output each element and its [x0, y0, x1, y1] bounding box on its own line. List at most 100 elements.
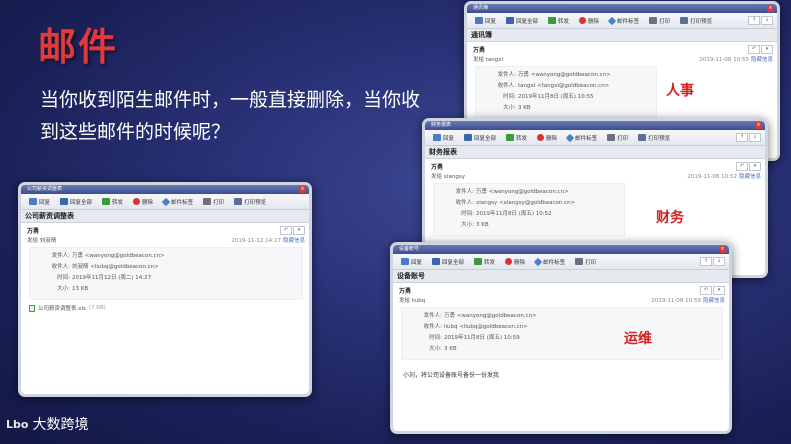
email-meta: 发件人: 万勇 <wanyong@goldbeacon.cn> 收件人: liubq…: [401, 307, 723, 360]
close-icon[interactable]: ×: [299, 186, 306, 193]
reply-all-icon: [432, 258, 441, 265]
delete-icon: [505, 258, 513, 265]
next-mail-button[interactable]: ↓: [713, 257, 725, 266]
delete-icon: [133, 198, 141, 205]
email-subject: 通讯簿: [467, 29, 777, 42]
prev-mail-button[interactable]: ↑: [748, 16, 760, 25]
delete-icon: [537, 134, 545, 141]
email-date: 2019-11-08 10:55 隐藏信息: [699, 57, 773, 63]
print-button[interactable]: 打印: [645, 17, 674, 25]
print-button[interactable]: 打印: [603, 134, 632, 142]
email-window-equipment: 设备账号 × 回复 回复全部 转发 删除 邮件标签 打印 ↑ ↓ 设备账号 万勇 发…: [390, 242, 732, 434]
email-date: 2019-11-12 14:27 隐藏信息: [231, 238, 305, 244]
close-icon[interactable]: ×: [755, 122, 762, 129]
slide-body-text: 当你收到陌生邮件时，一般直接删除，当你收到这些邮件的时候呢？: [40, 89, 421, 143]
reply-button[interactable]: 回复: [397, 258, 426, 266]
forward-icon: [548, 17, 557, 24]
sender-name: 万勇: [431, 164, 444, 171]
preview-icon: [234, 198, 243, 205]
prev-mail-button[interactable]: ↑: [736, 133, 748, 142]
email-meta: 发件人: 万勇 <wanyong@goldbeacon.cn> 收件人: xiang…: [433, 183, 625, 236]
delete-button[interactable]: 删除: [501, 258, 529, 266]
printer-icon: [649, 17, 658, 24]
close-icon[interactable]: ×: [767, 5, 774, 12]
print-button[interactable]: 打印: [571, 258, 600, 266]
printer-icon: [607, 134, 616, 141]
email-window-salary: 公司薪资调整表 × 回复 回复全部 转发 删除 邮件标签 打印 打印预览 公司薪资…: [18, 182, 312, 397]
tag-button[interactable]: 邮件标签: [563, 133, 601, 142]
forward-button[interactable]: 转发: [470, 258, 499, 266]
tag-icon: [565, 133, 575, 142]
reply-icon: [401, 258, 409, 265]
mail-toolbar: 回复 回复全部 转发 删除 邮件标签 打印 打印预览: [21, 194, 309, 210]
sender-row: 万勇 发给 刘淑晴 2019-11-12 14:27 隐藏信息 ↶ ▾: [21, 223, 309, 245]
reply-mini-button[interactable]: ↶: [280, 226, 292, 235]
reply-icon: [433, 134, 441, 141]
mail-toolbar: 回复 回复全部 转发 删除 邮件标签 打印 打印预览 ↑ ↓: [467, 13, 777, 29]
more-dropdown-button[interactable]: ▾: [749, 162, 761, 171]
reply-all-icon: [464, 134, 473, 141]
tag-button[interactable]: 邮件标签: [159, 197, 197, 206]
forward-icon: [506, 134, 515, 141]
print-preview-button[interactable]: 打印预览: [634, 134, 674, 142]
reply-mini-button[interactable]: ↶: [736, 162, 748, 171]
preview-icon: [638, 134, 647, 141]
brand-mark: Lbo: [6, 417, 29, 431]
reply-mini-button[interactable]: ↶: [700, 286, 712, 295]
email-subject: 财务报表: [425, 146, 765, 159]
sender-name: 万勇: [27, 228, 40, 235]
more-dropdown-button[interactable]: ▾: [761, 45, 773, 54]
tag-button[interactable]: 邮件标签: [605, 16, 643, 25]
delete-button[interactable]: 删除: [129, 198, 157, 206]
more-dropdown-button[interactable]: ▾: [713, 286, 725, 295]
tag-icon: [161, 197, 171, 206]
prev-mail-button[interactable]: ↑: [700, 257, 712, 266]
reply-all-button[interactable]: 回复全部: [428, 258, 468, 266]
reply-button[interactable]: 回复: [429, 134, 458, 142]
reply-button[interactable]: 回复: [471, 17, 500, 25]
next-mail-button[interactable]: ↓: [761, 16, 773, 25]
more-dropdown-button[interactable]: ▾: [293, 226, 305, 235]
reply-all-icon: [60, 198, 69, 205]
forward-button[interactable]: 转发: [502, 134, 531, 142]
print-button[interactable]: 打印: [199, 198, 228, 206]
print-preview-button[interactable]: 打印预览: [676, 17, 716, 25]
reply-all-button[interactable]: 回复全部: [56, 198, 96, 206]
delete-button[interactable]: 删除: [533, 134, 561, 142]
forward-button[interactable]: 转发: [98, 198, 127, 206]
reply-icon: [475, 17, 483, 24]
email-meta: 发件人: 万勇 <wanyong@goldbeacon.cn> 收件人: tangx…: [475, 66, 657, 119]
printer-icon: [575, 258, 584, 265]
hide-details-link[interactable]: 隐藏信息: [751, 57, 773, 63]
sender-name: 万勇: [399, 288, 412, 295]
attachment-item[interactable]: 公司薪资调整表.xls (7 KB): [21, 300, 309, 316]
printer-icon: [203, 198, 212, 205]
reply-all-icon: [506, 17, 515, 24]
excel-file-icon: [29, 304, 35, 312]
delete-button[interactable]: 删除: [575, 17, 603, 25]
forward-icon: [102, 198, 111, 205]
reply-button[interactable]: 回复: [25, 198, 54, 206]
forward-icon: [474, 258, 483, 265]
reply-all-button[interactable]: 回复全部: [460, 134, 500, 142]
brand-name: 大数跨境: [32, 417, 89, 433]
hide-details-link[interactable]: 隐藏信息: [283, 238, 305, 244]
tag-button[interactable]: 邮件标签: [531, 257, 569, 266]
next-mail-button[interactable]: ↓: [749, 133, 761, 142]
reply-all-button[interactable]: 回复全部: [502, 17, 542, 25]
print-preview-button[interactable]: 打印预览: [230, 198, 270, 206]
email-date: 2019-11-08 10:59 隐藏信息: [651, 298, 725, 304]
brand-logo: Lbo 大数跨境: [6, 414, 88, 434]
hide-details-link[interactable]: 隐藏信息: [703, 298, 725, 304]
sender-row: 万勇 发给 tangxl 2019-11-08 10:55 隐藏信息 ↶ ▾: [467, 42, 777, 64]
mail-toolbar: 回复 回复全部 转发 删除 邮件标签 打印 ↑ ↓: [393, 254, 729, 270]
email-date: 2019-11-08 10:52 隐藏信息: [687, 174, 761, 180]
window-title-bar: 通讯簿 ×: [467, 4, 777, 13]
hide-details-link[interactable]: 隐藏信息: [739, 174, 761, 180]
preview-icon: [680, 17, 689, 24]
close-icon[interactable]: ×: [719, 246, 726, 253]
dept-label-hr: 人事: [666, 83, 694, 99]
forward-button[interactable]: 转发: [544, 17, 573, 25]
reply-mini-button[interactable]: ↶: [748, 45, 760, 54]
window-title-bar: 财务报表 ×: [425, 121, 765, 130]
